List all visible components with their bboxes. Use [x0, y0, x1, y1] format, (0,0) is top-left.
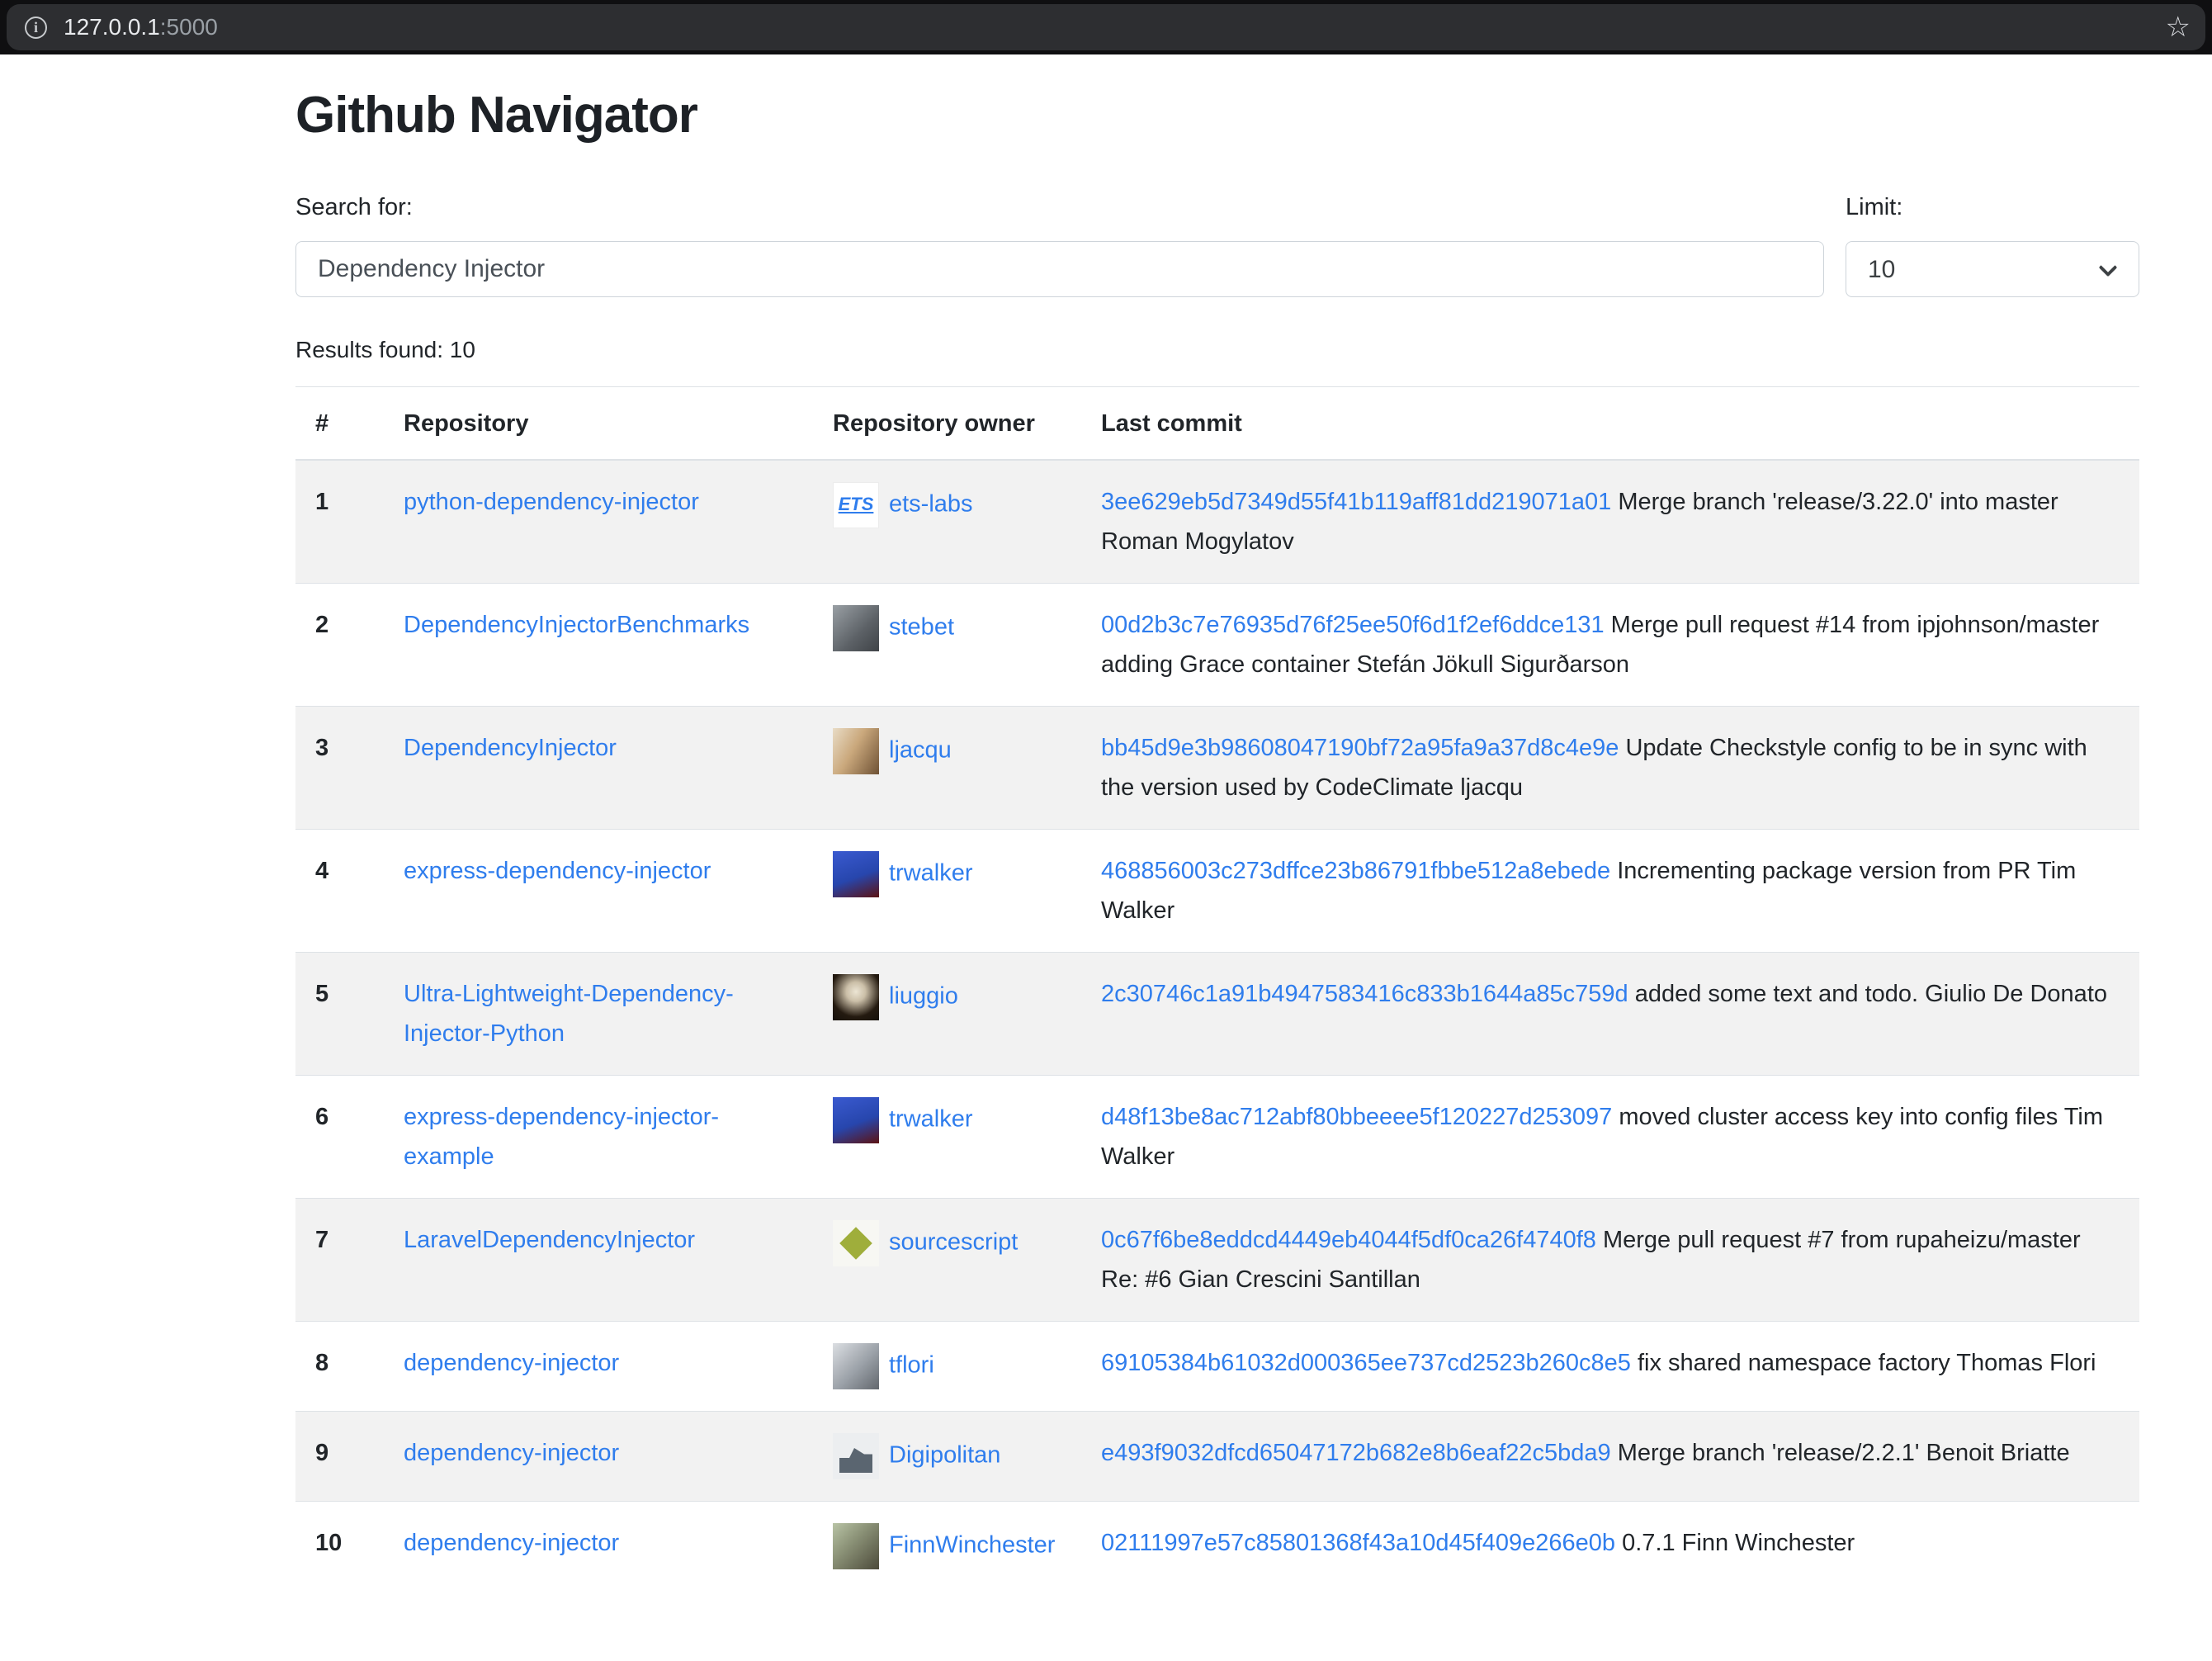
owner-avatar [833, 605, 879, 651]
row-number: 5 [295, 953, 384, 1076]
owner-avatar: ETS [833, 482, 879, 528]
commit-hash-link[interactable]: 0c67f6be8eddcd4449eb4044f5df0ca26f4740f8 [1101, 1227, 1596, 1253]
url-host: 127.0.0.1 [64, 14, 160, 40]
row-number: 3 [295, 707, 384, 830]
search-label: Search for: [295, 194, 1824, 221]
owner-avatar [833, 851, 879, 897]
owner-avatar [833, 1097, 879, 1143]
owner-link[interactable]: liuggio [889, 983, 958, 1010]
owner-avatar [833, 1220, 879, 1266]
table-row: 7 LaravelDependencyInjector sourcescript… [295, 1199, 2139, 1322]
commit-hash-link[interactable]: 69105384b61032d000365ee737cd2523b260c8e5 [1101, 1350, 1631, 1376]
owner-link[interactable]: sourcescript [889, 1229, 1018, 1256]
commit-hash-link[interactable]: bb45d9e3b98608047190bf72a95fa9a37d8c4e9e [1101, 735, 1619, 761]
owner-avatar [833, 1523, 879, 1569]
repo-link[interactable]: Ultra-Lightweight-Dependency-Injector-Py… [404, 981, 734, 1047]
table-row: 5 Ultra-Lightweight-Dependency-Injector-… [295, 953, 2139, 1076]
commit-message: 0.7.1 Finn Winchester [1622, 1530, 1855, 1556]
owner-avatar [833, 974, 879, 1020]
row-number: 4 [295, 830, 384, 953]
table-row: 1 python-dependency-injector ETS ets-labs… [295, 460, 2139, 584]
repo-link[interactable]: dependency-injector [404, 1440, 619, 1466]
row-number: 7 [295, 1199, 384, 1322]
commit-hash-link[interactable]: 3ee629eb5d7349d55f41b119aff81dd219071a01 [1101, 489, 1611, 515]
row-number: 10 [295, 1502, 384, 1592]
page-content: Github Navigator Search for: Limit: 10 R… [295, 86, 2139, 1591]
row-number: 2 [295, 584, 384, 707]
table-row: 4 express-dependency-injector trwalker 4… [295, 830, 2139, 953]
browser-bar: i 127.0.0.1:5000 ☆ [0, 0, 2212, 54]
table-row: 6 express-dependency-injector-example tr… [295, 1076, 2139, 1199]
owner-link[interactable]: Digipolitan [889, 1442, 1000, 1469]
repo-link[interactable]: python-dependency-injector [404, 489, 699, 515]
repo-link[interactable]: DependencyInjector [404, 735, 617, 761]
results-summary: Results found: 10 [295, 337, 2139, 363]
owner-link[interactable]: tflori [889, 1352, 934, 1379]
header-repository: Repository [384, 387, 813, 461]
table-row: 2 DependencyInjectorBenchmarks stebet 00… [295, 584, 2139, 707]
commit-hash-link[interactable]: 2c30746c1a91b4947583416c833b1644a85c759d [1101, 981, 1628, 1007]
commit-hash-link[interactable]: d48f13be8ac712abf80bbeeee5f120227d253097 [1101, 1104, 1612, 1130]
table-row: 9 dependency-injector Digipolitan e493f9… [295, 1412, 2139, 1502]
address-bar[interactable]: i 127.0.0.1:5000 ☆ [7, 4, 2205, 50]
table-row: 10 dependency-injector FinnWinchester 02… [295, 1502, 2139, 1592]
owner-avatar [833, 728, 879, 774]
repo-link[interactable]: express-dependency-injector-example [404, 1104, 719, 1170]
header-owner: Repository owner [813, 387, 1081, 461]
limit-select[interactable]: 10 [1846, 241, 2139, 297]
page-title: Github Navigator [295, 86, 2139, 144]
owner-link[interactable]: ets-labs [889, 491, 973, 518]
owner-link[interactable]: stebet [889, 614, 954, 641]
search-group: Search for: [295, 194, 1824, 297]
owner-avatar [833, 1343, 879, 1389]
search-input[interactable] [295, 241, 1824, 297]
limit-group: Limit: 10 [1846, 194, 2139, 297]
owner-link[interactable]: ljacqu [889, 737, 952, 764]
commit-hash-link[interactable]: 02111997e57c85801368f43a10d45f409e266e0b [1101, 1530, 1615, 1556]
repo-link[interactable]: dependency-injector [404, 1530, 619, 1556]
bookmark-star-icon[interactable]: ☆ [2166, 13, 2191, 41]
owner-link[interactable]: FinnWinchester [889, 1532, 1055, 1559]
row-number: 1 [295, 460, 384, 584]
url-port: :5000 [160, 14, 218, 40]
table-row: 8 dependency-injector tflori 69105384b61… [295, 1322, 2139, 1412]
commit-message: Merge branch 'release/2.2.1' Benoit Bria… [1618, 1440, 2070, 1466]
ets-logo-text: ETS [839, 494, 874, 514]
row-number: 8 [295, 1322, 384, 1412]
results-table: # Repository Repository owner Last commi… [295, 386, 2139, 1591]
header-number: # [295, 387, 384, 461]
search-form: Search for: Limit: 10 [295, 194, 2139, 297]
owner-avatar [833, 1433, 879, 1479]
row-number: 6 [295, 1076, 384, 1199]
table-header-row: # Repository Repository owner Last commi… [295, 387, 2139, 461]
header-last-commit: Last commit [1081, 387, 2139, 461]
row-number: 9 [295, 1412, 384, 1502]
commit-hash-link[interactable]: e493f9032dfcd65047172b682e8b6eaf22c5bda9 [1101, 1440, 1611, 1466]
repo-link[interactable]: express-dependency-injector [404, 858, 711, 884]
limit-label: Limit: [1846, 194, 2139, 221]
commit-message: fix shared namespace factory Thomas Flor… [1638, 1350, 2096, 1376]
commit-message: added some text and todo. Giulio De Dona… [1635, 981, 2107, 1007]
repo-link[interactable]: dependency-injector [404, 1350, 619, 1376]
repo-link[interactable]: LaravelDependencyInjector [404, 1227, 695, 1253]
owner-link[interactable]: trwalker [889, 1106, 973, 1133]
site-info-icon[interactable]: i [25, 17, 47, 39]
repo-link[interactable]: DependencyInjectorBenchmarks [404, 612, 749, 638]
owner-link[interactable]: trwalker [889, 860, 973, 887]
commit-hash-link[interactable]: 00d2b3c7e76935d76f25ee50f6d1f2ef6ddce131 [1101, 612, 1605, 638]
commit-hash-link[interactable]: 468856003c273dffce23b86791fbbe512a8ebede [1101, 858, 1610, 884]
table-row: 3 DependencyInjector ljacqu bb45d9e3b986… [295, 707, 2139, 830]
